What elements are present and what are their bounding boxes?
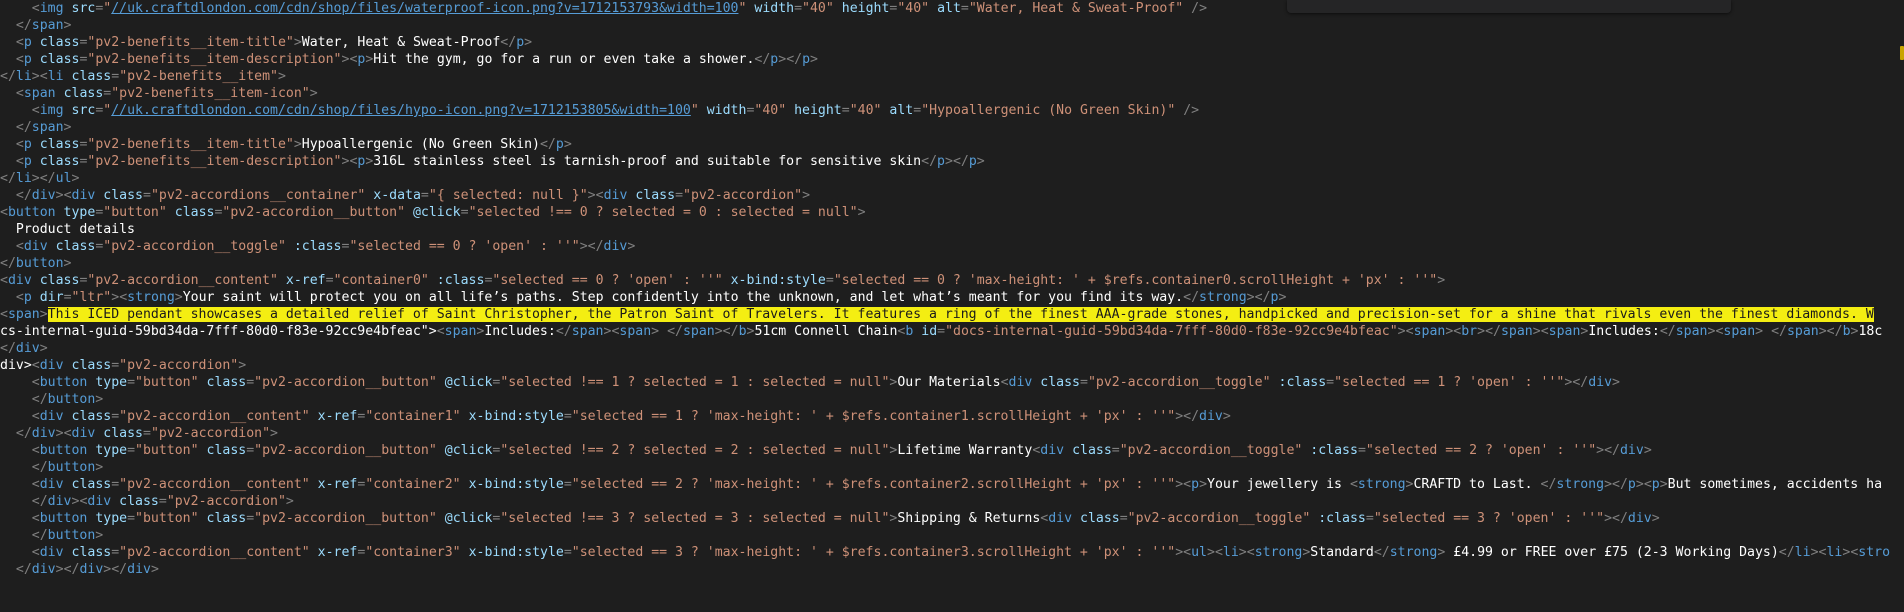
code-line: <p class="pv2-benefits__item-description… (15, 52, 818, 67)
scroll-marker (1900, 46, 1904, 60)
code-line: div><div class="pv2-accordion"> (0, 358, 247, 373)
code-line: <button type="button" class="pv2-accordi… (31, 511, 1660, 526)
code-line: <p class="pv2-benefits__item-title">Wate… (15, 35, 533, 50)
code-line: </div></div></div> (15, 562, 159, 577)
code-line: </li><li class="pv2-benefits__item"> (0, 69, 286, 84)
code-line: <p dir="ltr"><strong>Your saint will pro… (15, 290, 1287, 305)
find-panel[interactable] (1287, 0, 1731, 13)
code-line: <button type="button" class="pv2-accordi… (31, 443, 1652, 458)
code-line: <button type="button" class="pv2-accordi… (0, 205, 866, 220)
code-line: <div class="pv2-accordion__toggle" :clas… (15, 239, 636, 254)
code-line: </span> (15, 120, 72, 135)
code-line: </button> (0, 256, 72, 271)
code-line: <p class="pv2-benefits__item-description… (15, 154, 985, 169)
code-line: <img src="//uk.craftdlondon.com/cdn/shop… (31, 103, 1200, 118)
code-line: <span>This ICED pendant showcases a deta… (0, 307, 1874, 322)
code-line: <span class="pv2-benefits__item-icon"> (15, 86, 318, 101)
code-line: </div><div class="pv2-accordion"> (31, 494, 294, 509)
code-line: </button> (31, 528, 104, 543)
code-line: <div class="pv2-accordion__content" x-re… (0, 273, 1446, 288)
code-line: </div> (0, 341, 48, 356)
code-line: cs-internal-guid-59bd34da-7fff-80d0-f83e… (0, 324, 1883, 339)
code-line: </div><div class="pv2-accordions__contai… (15, 188, 811, 203)
code-line: Product details (0, 222, 135, 237)
code-line: </span> (15, 18, 72, 33)
code-line: </button> (31, 460, 104, 475)
code-line: <button type="button" class="pv2-accordi… (31, 375, 1620, 390)
code-line: <div class="pv2-accordion__content" x-re… (31, 409, 1231, 424)
code-line: <div class="pv2-accordion__content" x-re… (31, 545, 1891, 560)
code-line: <p class="pv2-benefits__item-title">Hypo… (15, 137, 572, 152)
code-line: </button> (31, 392, 104, 407)
code-line: <div class="pv2-accordion__content" x-re… (31, 477, 1883, 492)
search-highlight: This ICED pendant showcases a detailed r… (47, 307, 1874, 322)
code-line: </div><div class="pv2-accordion"> (15, 426, 278, 441)
code-line: </li></ul> (0, 171, 80, 186)
code-view[interactable]: <img src="//uk.craftdlondon.com/cdn/shop… (0, 0, 1904, 578)
